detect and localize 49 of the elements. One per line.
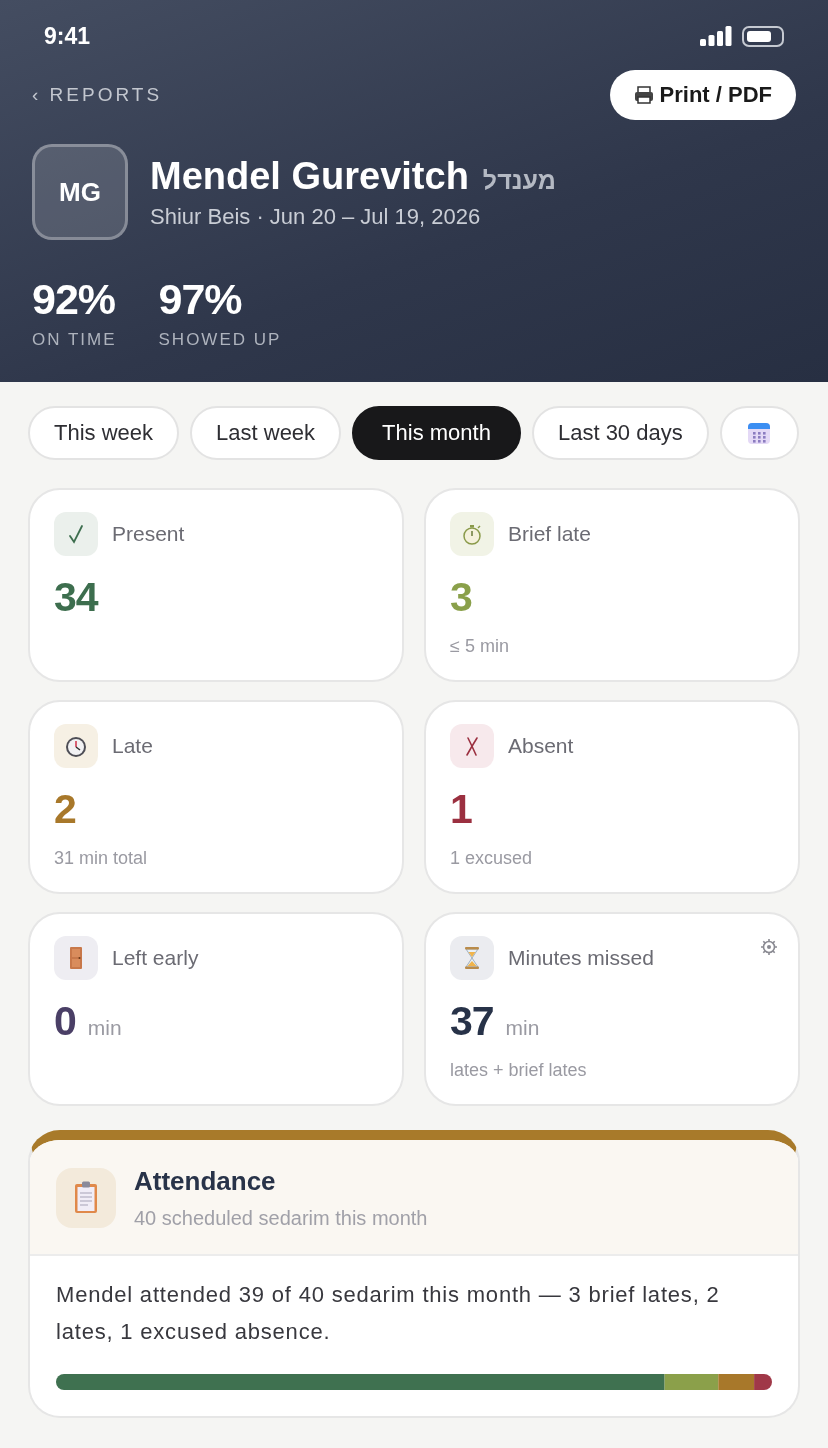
stat-note: ≤ 5 min: [450, 636, 510, 657]
stat-caption: ON TIME: [32, 330, 117, 350]
clock-icon: [54, 724, 98, 768]
range-tab[interactable]: This month: [352, 406, 521, 460]
range-tab[interactable]: Last week: [190, 406, 342, 460]
attendance-subtitle: 40 scheduled sedarim this month: [134, 1207, 428, 1230]
stat-label: Minutes missed: [508, 946, 654, 970]
stat-note: 1 excused: [450, 848, 534, 869]
clipboard-icon: [56, 1168, 116, 1228]
signal-icon: [700, 26, 732, 46]
stat-percentage: 92%: [32, 276, 117, 322]
stat-value: 37: [450, 997, 494, 1046]
calendar-icon: [747, 421, 772, 445]
stat-label: Absent: [508, 734, 574, 758]
avatar-initials: MG: [32, 144, 128, 240]
date-picker-button[interactable]: [719, 406, 799, 460]
status-time: 9:41: [44, 22, 91, 50]
attendance-title: Attendance: [134, 1166, 277, 1197]
back-link[interactable]: ‹ REPORTS: [32, 84, 163, 106]
profile-subtitle: Shiur Beis · Jun 20 – Jul 19, 2026: [150, 203, 482, 230]
range-tab[interactable]: This week: [28, 406, 180, 460]
printer-icon: [633, 86, 654, 104]
cross-icon: [450, 724, 494, 768]
hourglass-icon: [450, 936, 494, 980]
stat-value: 34: [54, 573, 98, 622]
unit-label: min: [87, 1016, 122, 1040]
print-button[interactable]: Print / PDF: [609, 70, 796, 120]
attendance-summary: Mendel attended 39 of 40 sedarim this month — 3 brief lates, 2 lates, 1 excused absence.: [56, 1281, 721, 1346]
stat-note: 31 min total: [54, 848, 149, 869]
stat-value: 2: [54, 785, 76, 834]
stat-percentage: 97%: [158, 276, 243, 322]
checkmark-icon: [54, 512, 98, 556]
hebrew-name: מענדל: [482, 165, 556, 195]
stat-label: Present: [112, 522, 185, 546]
range-tab[interactable]: Last 30 days: [531, 406, 709, 460]
battery-icon: [742, 25, 784, 47]
stopwatch-icon: [450, 512, 494, 556]
stat-label: Brief late: [508, 522, 591, 546]
stat-value: 0: [54, 997, 76, 1046]
stat-label: Left early: [112, 946, 199, 970]
unit-label: min: [505, 1016, 540, 1040]
student-name: Mendel Gurevitch: [150, 154, 469, 198]
settings-icon[interactable]: [760, 938, 778, 956]
stat-label: Late: [112, 734, 153, 758]
stat-value: 1: [450, 785, 472, 834]
stat-caption: SHOWED UP: [158, 330, 282, 350]
door-icon: [54, 936, 98, 980]
stat-note: lates + brief lates: [450, 1060, 588, 1081]
stat-value: 3: [450, 573, 472, 622]
